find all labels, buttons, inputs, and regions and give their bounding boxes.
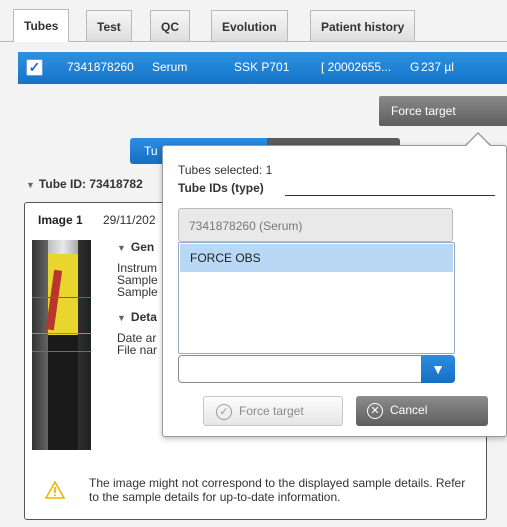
target-select[interactable]: ▼ bbox=[178, 355, 455, 383]
tab-qc[interactable]: QC bbox=[150, 10, 190, 41]
details-line: File nar bbox=[117, 343, 158, 357]
section-divider bbox=[285, 195, 495, 196]
warning-message: The image might not correspond to the di… bbox=[89, 476, 466, 504]
tube-number: 7341878260 bbox=[67, 60, 134, 74]
collapse-caret-icon: ▼ bbox=[117, 243, 126, 253]
dropdown-option-force-obs[interactable]: FORCE OBS bbox=[180, 244, 453, 272]
force-target-popup: Tubes selected: 1 Tube IDs (type) 734187… bbox=[162, 145, 507, 437]
popup-force-target-button[interactable]: ✓ Force target bbox=[203, 396, 343, 426]
popup-cancel-button[interactable]: ✕ Cancel bbox=[356, 396, 488, 426]
tab-bar: Tubes Test QC Evolution Patient history bbox=[0, 0, 507, 44]
tubes-selected-count: Tubes selected: 1 bbox=[178, 163, 273, 177]
tube-ids-label: Tube IDs (type) bbox=[178, 181, 264, 195]
tube-checkbox[interactable]: ✓ bbox=[26, 59, 43, 76]
tab-test[interactable]: Test bbox=[86, 10, 132, 41]
tube-id-field: 7341878260 (Serum) bbox=[178, 208, 453, 242]
rack-position: SSK P701 bbox=[234, 60, 290, 74]
tube-code: [ 20002655... bbox=[321, 60, 392, 74]
collapse-caret-icon: ▼ bbox=[26, 180, 35, 190]
tube-flag: G bbox=[410, 60, 420, 74]
sample-type: Serum bbox=[152, 60, 188, 74]
tab-divider bbox=[0, 41, 507, 42]
dropdown-arrow-icon[interactable]: ▼ bbox=[421, 355, 455, 383]
check-circle-icon: ✓ bbox=[216, 404, 232, 420]
collapse-caret-icon: ▼ bbox=[117, 313, 126, 323]
general-line: Sample bbox=[117, 285, 158, 299]
force-target-button[interactable]: Force target bbox=[379, 96, 507, 126]
details-section-header[interactable]: ▼ Deta bbox=[117, 310, 157, 324]
target-dropdown-list[interactable]: FORCE OBS bbox=[178, 242, 455, 354]
tube-id-header[interactable]: ▼ Tube ID: 73418782 bbox=[26, 177, 143, 191]
general-section-header[interactable]: ▼ Gen bbox=[117, 240, 154, 254]
tab-evolution[interactable]: Evolution bbox=[211, 10, 288, 41]
tab-patient-history[interactable]: Patient history bbox=[310, 10, 416, 41]
close-circle-icon: ✕ bbox=[367, 403, 383, 419]
tube-photo[interactable] bbox=[32, 240, 91, 450]
tab-tubes[interactable]: Tubes bbox=[13, 9, 70, 42]
image-title: Image 1 bbox=[38, 213, 83, 227]
warning-icon bbox=[45, 481, 65, 499]
selected-tube-row[interactable]: ✓ 7341878260 Serum SSK P701 [ 20002655..… bbox=[18, 52, 507, 84]
tube-volume: 237 µl bbox=[421, 60, 454, 74]
image-date: 29/11/202 bbox=[103, 213, 156, 227]
popup-pointer-fill bbox=[465, 134, 491, 147]
